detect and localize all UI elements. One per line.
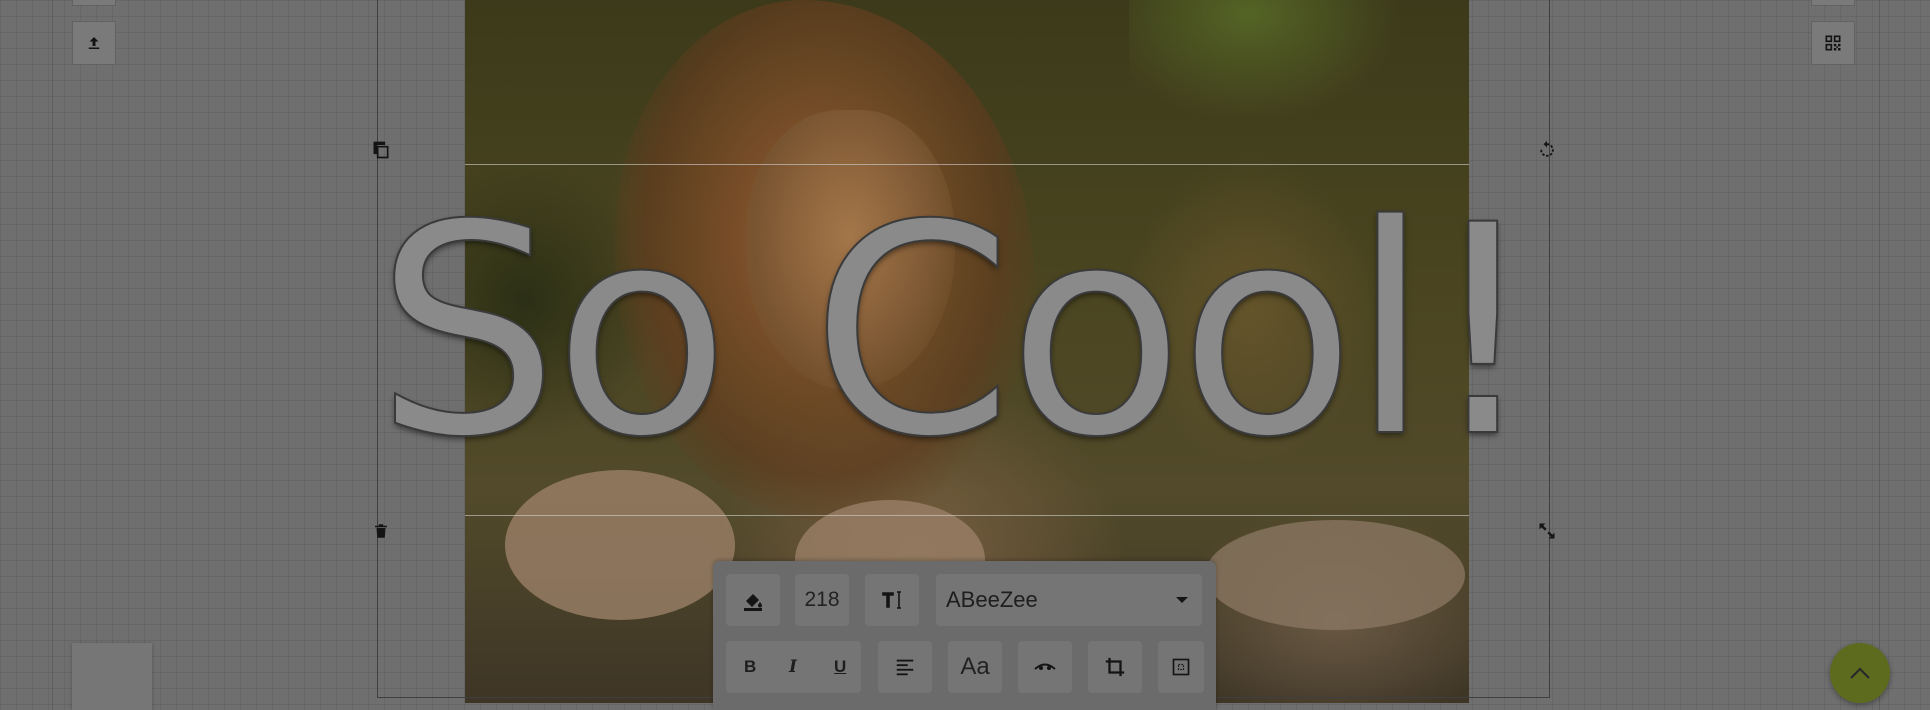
text-style-group: B I U xyxy=(726,641,861,693)
rotate-icon xyxy=(1540,140,1554,157)
text-curve-button[interactable] xyxy=(1018,641,1072,693)
qr-code-icon xyxy=(1825,35,1841,51)
crop-icon xyxy=(1105,657,1125,677)
padding-icon xyxy=(1172,658,1190,676)
text-curve-icon xyxy=(1034,663,1056,670)
italic-button[interactable]: I xyxy=(789,657,797,677)
resize-handle[interactable] xyxy=(1533,517,1561,545)
underline-button[interactable]: U xyxy=(834,657,846,677)
chevron-down-icon xyxy=(1176,597,1188,603)
copy-icon xyxy=(373,141,389,159)
font-family-select[interactable]: ABeeZee xyxy=(936,574,1202,626)
qr-code-button[interactable] xyxy=(1811,21,1855,65)
scroll-to-top-button[interactable] xyxy=(1830,643,1890,703)
font-size-value: 218 xyxy=(804,588,840,611)
crop-button[interactable] xyxy=(1088,641,1142,693)
text-object[interactable]: So Cool! xyxy=(374,165,1542,500)
align-left-icon xyxy=(896,659,914,676)
font-family-value: ABeeZee xyxy=(946,587,1038,612)
resize-icon xyxy=(1539,523,1555,539)
right-tool-button-stub[interactable] xyxy=(1811,0,1855,6)
chevron-up-icon xyxy=(1850,667,1870,679)
thumbnail-card[interactable] xyxy=(72,643,152,710)
paint-bucket-icon xyxy=(744,594,762,611)
delete-handle[interactable] xyxy=(367,517,395,545)
text-case-label: Aa xyxy=(960,653,990,680)
left-tool-button-stub[interactable] xyxy=(72,0,116,6)
font-size-field[interactable]: 218 xyxy=(795,574,849,626)
text-toolbar: 218 ABeeZee B I U Aa xyxy=(713,561,1216,710)
text-height-icon xyxy=(882,591,901,609)
rotate-handle[interactable] xyxy=(1533,136,1561,164)
text-case-button[interactable]: Aa xyxy=(948,641,1002,693)
align-button[interactable] xyxy=(878,641,932,693)
line-height-button[interactable] xyxy=(865,574,919,626)
bold-button[interactable]: B xyxy=(744,657,756,677)
padding-button[interactable] xyxy=(1158,641,1204,693)
copy-handle[interactable] xyxy=(367,136,395,164)
upload-button[interactable] xyxy=(72,21,116,65)
fill-color-button[interactable] xyxy=(726,574,780,626)
upload-icon xyxy=(88,37,100,49)
trash-icon xyxy=(375,524,387,538)
